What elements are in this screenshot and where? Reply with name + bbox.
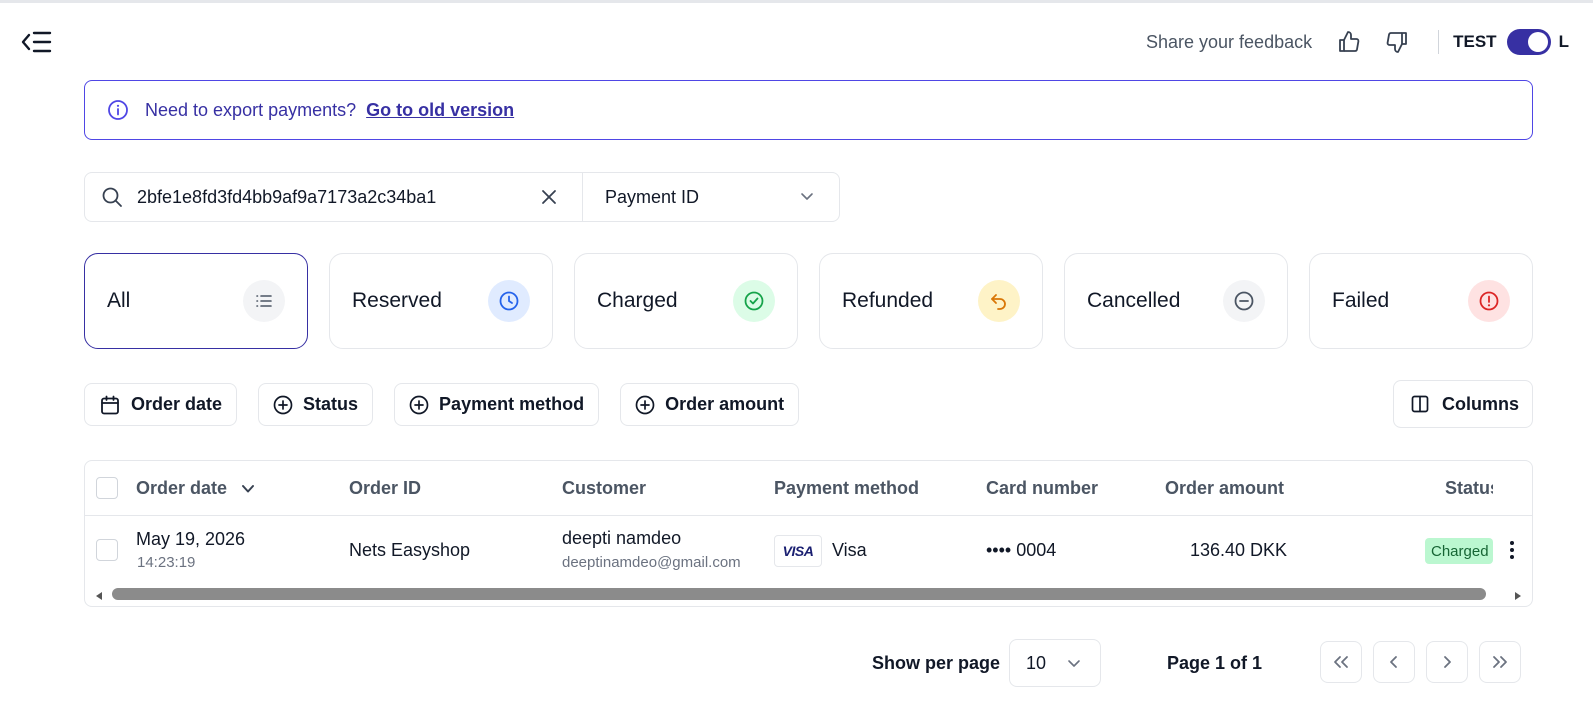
payment-search: Payment ID <box>84 172 840 222</box>
column-header-order-id: Order ID <box>349 478 422 498</box>
first-page-button[interactable] <box>1320 641 1362 683</box>
filter-bar: Order date Status Payment method Order a… <box>84 383 820 426</box>
row-time: 14:23:19 <box>137 554 196 571</box>
minus-circle-icon <box>1223 280 1265 322</box>
status-tab-refunded[interactable]: Refunded <box>819 253 1043 349</box>
status-badge: Charged <box>1425 538 1493 564</box>
row-date: May 19, 2026 <box>136 529 246 549</box>
info-icon <box>107 99 129 121</box>
page-info: Page 1 of 1 <box>1167 653 1263 673</box>
scroll-right-icon[interactable] <box>1513 591 1523 601</box>
previous-page-button[interactable] <box>1373 641 1415 683</box>
clear-search-icon[interactable] <box>539 187 559 207</box>
clock-icon <box>488 280 530 322</box>
row-order-id: Nets Easyshop <box>349 540 471 560</box>
thumbs-down-icon[interactable] <box>1382 27 1412 57</box>
status-filter-button[interactable]: Status <box>258 383 374 426</box>
plus-circle-icon <box>273 395 303 415</box>
filter-label: Order date <box>131 394 223 414</box>
column-header-order-date[interactable]: Order date <box>136 478 256 499</box>
status-tab-label: Cancelled <box>1087 289 1181 312</box>
row-customer-name: deepti namdeo <box>562 528 682 548</box>
top-border <box>0 0 1593 5</box>
table-header: Order date Order ID Customer Payment met… <box>85 461 1532 516</box>
column-header-card-number: Card number <box>986 478 1099 498</box>
status-tab-label: Reserved <box>352 289 442 312</box>
visa-card-icon: VISA <box>774 535 822 567</box>
columns-button[interactable]: Columns <box>1393 380 1533 428</box>
feedback-label: Share your feedback <box>1146 31 1313 52</box>
filter-label: Status <box>303 394 359 414</box>
plus-circle-icon <box>409 395 439 415</box>
column-header-customer: Customer <box>562 478 647 498</box>
row-payment-method: Visa <box>832 540 867 560</box>
per-page-value: 10 <box>1026 652 1047 673</box>
header-divider <box>1438 30 1440 54</box>
next-page-button[interactable] <box>1426 641 1468 683</box>
filter-label: Payment method <box>439 394 585 414</box>
header-actions: Share your feedback TEST L <box>1146 24 1569 60</box>
chevron-down-icon <box>799 190 815 202</box>
per-page-select[interactable]: 10 <box>1009 639 1101 687</box>
scrollbar-thumb[interactable] <box>112 588 1486 600</box>
thumbs-up-icon[interactable] <box>1334 27 1364 57</box>
search-input[interactable] <box>137 186 517 208</box>
select-all-checkbox[interactable] <box>96 477 118 499</box>
chevron-right-icon <box>1439 654 1455 670</box>
columns-label: Columns <box>1442 393 1520 414</box>
chevrons-right-icon <box>1490 654 1510 670</box>
test-live-toggle[interactable] <box>1506 29 1551 55</box>
list-icon <box>243 280 285 322</box>
search-type-select[interactable]: Payment ID <box>583 173 839 221</box>
scroll-left-icon[interactable] <box>94 591 104 601</box>
plus-circle-icon <box>635 395 665 415</box>
column-header-order-amount: Order amount <box>1165 478 1285 498</box>
column-header-label: Order date <box>136 478 228 498</box>
search-icon <box>101 186 123 208</box>
status-tab-label: Refunded <box>842 289 934 312</box>
undo-arrow-icon <box>978 280 1020 322</box>
status-tab-cancelled[interactable]: Cancelled <box>1064 253 1288 349</box>
status-tab-label: All <box>107 289 131 312</box>
column-header-payment-method: Payment method <box>774 478 920 498</box>
columns-icon <box>1410 394 1442 414</box>
status-tabs: All Reserved Charged Refunded Cancelled … <box>84 253 1533 349</box>
status-tab-failed[interactable]: Failed <box>1309 253 1533 349</box>
payment-method-filter-button[interactable]: Payment method <box>394 383 600 426</box>
chevron-left-icon <box>1386 654 1402 670</box>
order-amount-filter-button[interactable]: Order amount <box>620 383 800 426</box>
old-version-link[interactable]: Go to old version <box>366 100 514 121</box>
chevron-down-icon <box>1066 658 1082 670</box>
calendar-icon <box>99 394 131 416</box>
row-order-amount: 136.40 DKK <box>1190 540 1288 560</box>
search-type-value: Payment ID <box>605 186 700 207</box>
row-card-number: •••• 0004 <box>986 540 1057 560</box>
filter-label: Order amount <box>665 394 785 414</box>
live-mode-label: L <box>1558 32 1569 51</box>
collapse-menu-icon[interactable] <box>20 28 54 56</box>
check-circle-icon <box>733 280 775 322</box>
column-header-status: Status <box>1445 478 1493 498</box>
status-tab-label: Failed <box>1332 289 1390 312</box>
alert-circle-icon <box>1468 280 1510 322</box>
per-page-label: Show per page <box>872 653 1001 673</box>
sort-chevron-down-icon <box>240 483 256 495</box>
chevrons-left-icon <box>1331 654 1351 670</box>
row-checkbox[interactable] <box>96 539 118 561</box>
export-info-banner: Need to export payments? Go to old versi… <box>84 80 1533 140</box>
order-date-filter-button[interactable]: Order date <box>84 383 238 426</box>
horizontal-scrollbar[interactable] <box>85 586 1532 606</box>
status-tab-reserved[interactable]: Reserved <box>329 253 553 349</box>
last-page-button[interactable] <box>1479 641 1521 683</box>
row-customer-email: deeptinamdeo@gmail.com <box>562 554 741 571</box>
test-mode-label: TEST <box>1453 32 1497 51</box>
payments-table: Order date Order ID Customer Payment met… <box>84 460 1533 607</box>
status-tab-label: Charged <box>597 289 678 312</box>
status-tab-all[interactable]: All <box>84 253 308 349</box>
banner-text: Need to export payments? <box>145 99 357 120</box>
row-actions-kebab-icon[interactable] <box>1505 539 1519 561</box>
status-tab-charged[interactable]: Charged <box>574 253 798 349</box>
